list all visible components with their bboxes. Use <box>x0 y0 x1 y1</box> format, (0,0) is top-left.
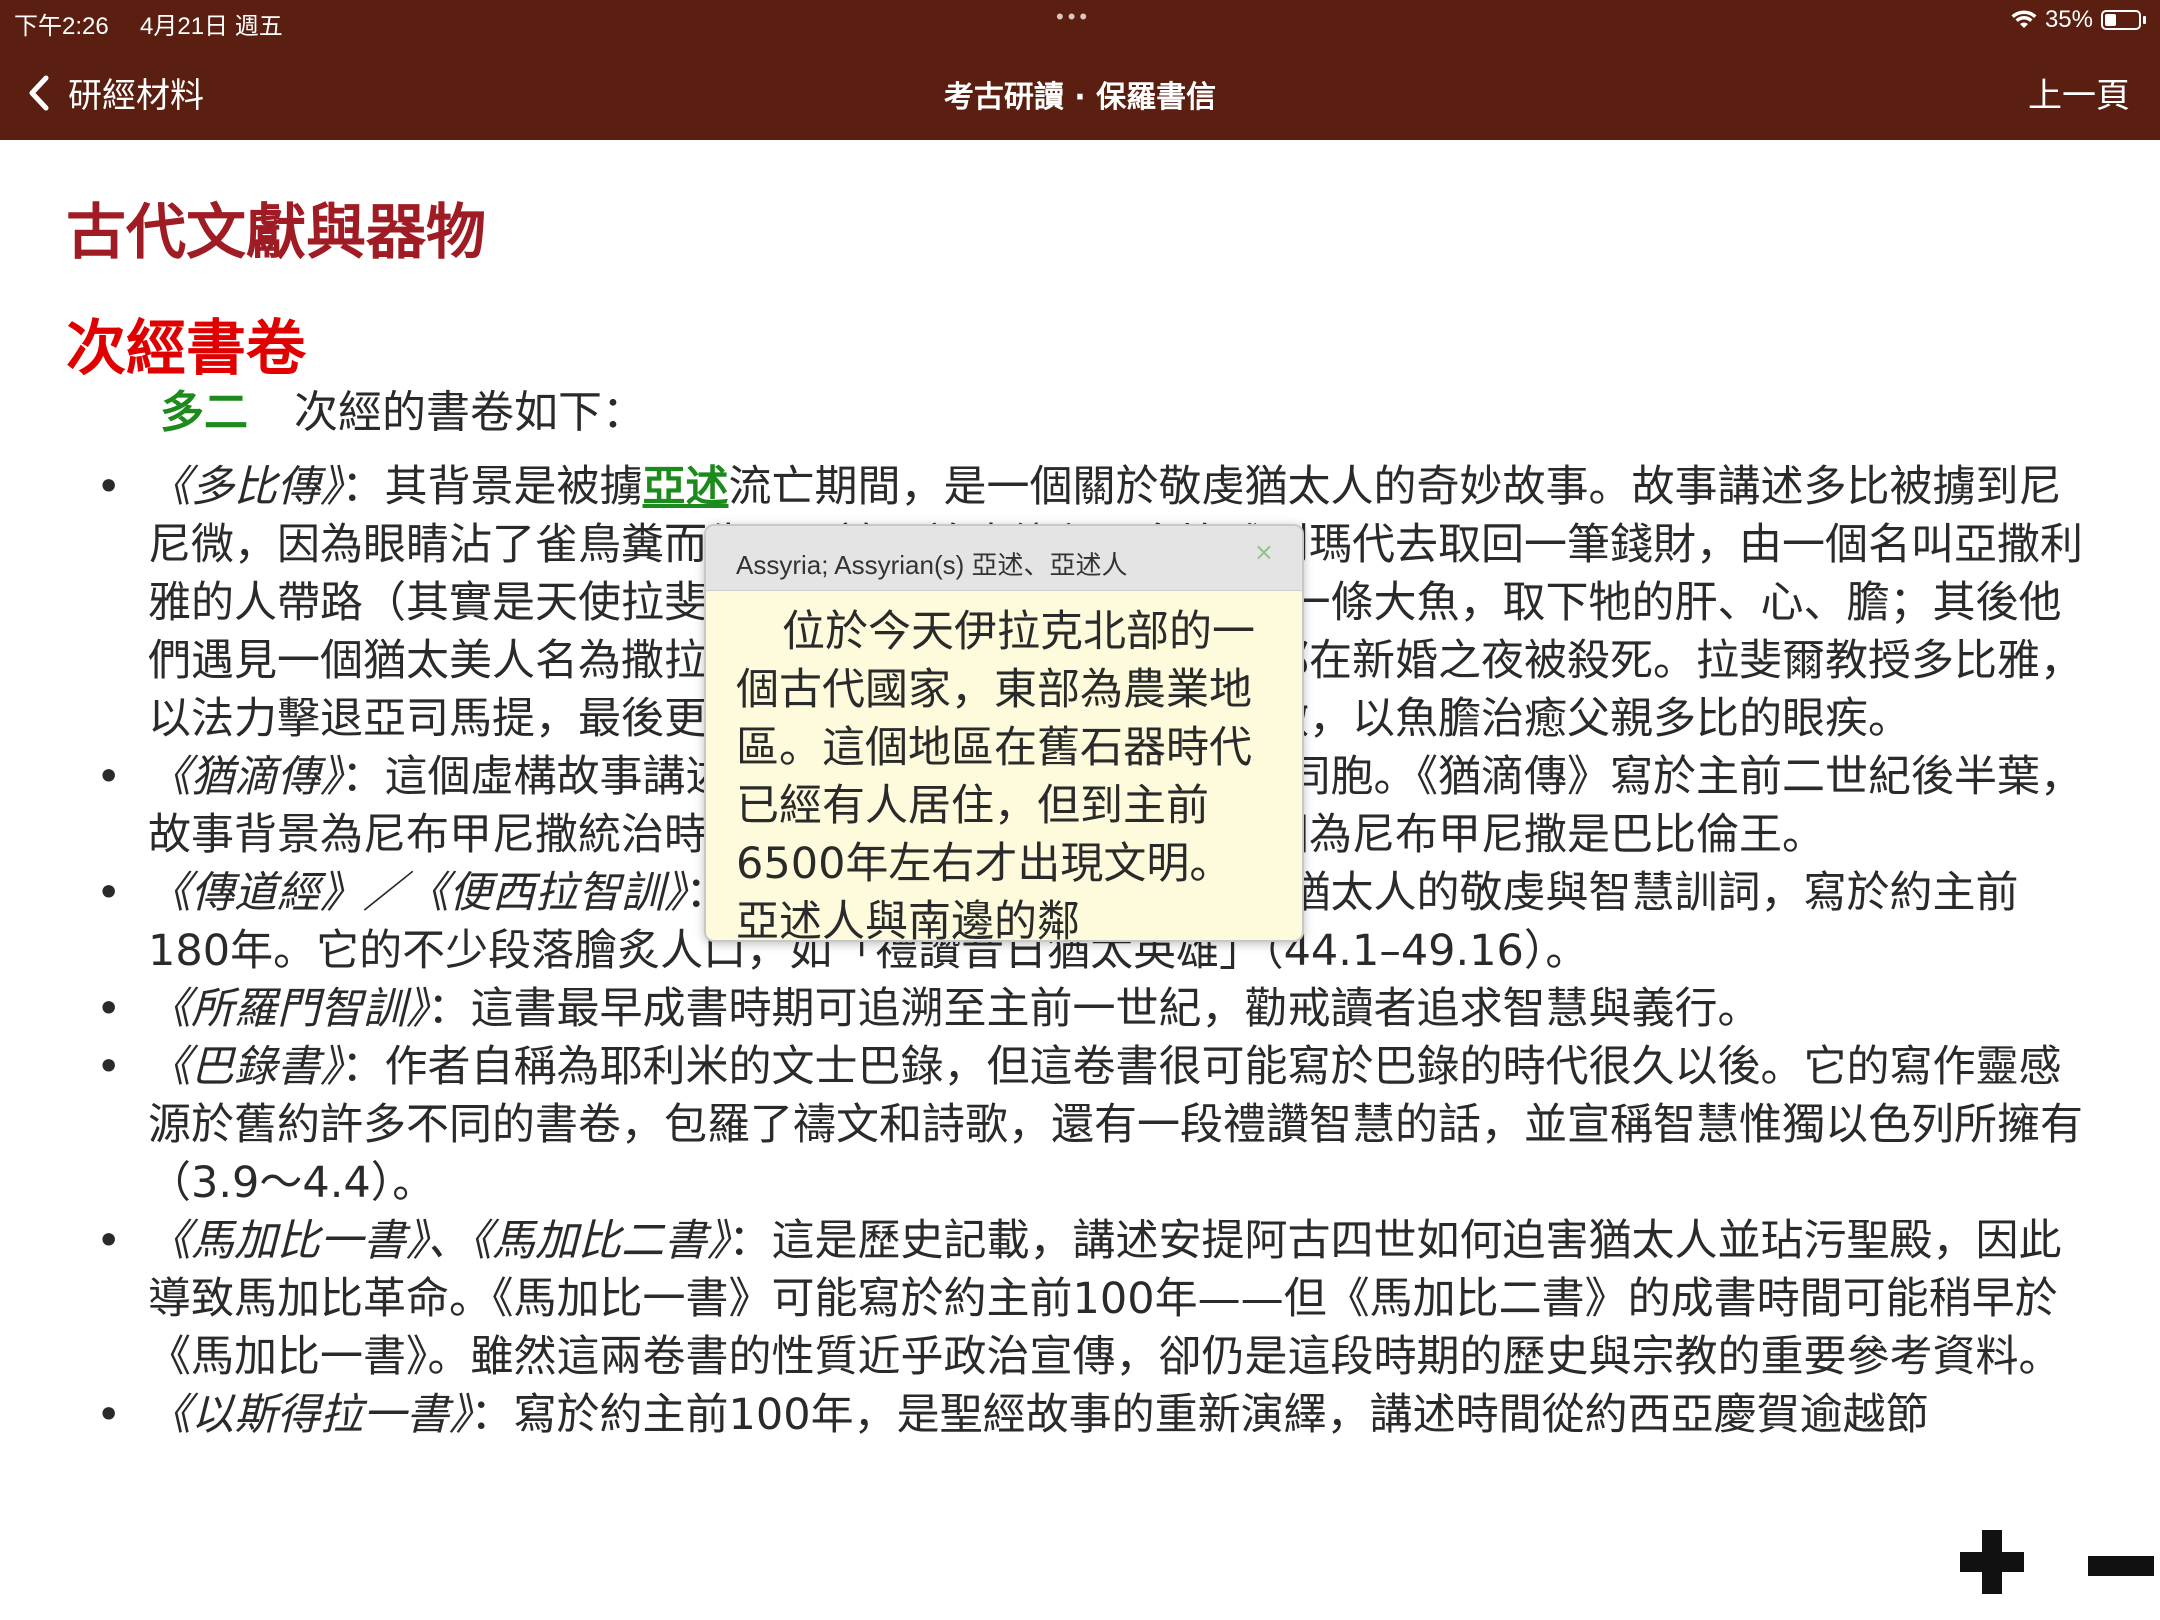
previous-page-button[interactable]: 上一頁 <box>2028 68 2130 117</box>
status-bar: 下午2:26 4月21日 週五 ••• 35% <box>0 0 2160 40</box>
glossary-popup: Assyria; Assyrian(s) 亞述、亞述人 × 位於今天伊拉克北部的… <box>704 524 1304 942</box>
item-text: ：作者自稱為耶利米的文士巴錄，但這卷書很可能寫於巴錄的時代很久以後。它的寫作靈感… <box>148 1042 2083 1208</box>
plus-icon[interactable] <box>1960 1530 2024 1594</box>
book-title: 《多比傳》 <box>148 462 342 512</box>
item-text: ：這書最早成書時期可追溯至主前一世紀，勸戒讀者追求智慧與義行。 <box>427 984 1761 1034</box>
battery-nub <box>2143 16 2146 24</box>
intro-paragraph: 多二 次經的書卷如下： <box>160 376 646 440</box>
book-title: 《所羅門智訓》 <box>148 984 428 1034</box>
book-title: 《以斯得拉一書》 <box>148 1390 471 1440</box>
wifi-icon <box>2011 10 2037 28</box>
item-text: ：寫於約主前100年，是聖經故事的重新演繹，講述時間從約西亞慶賀逾越節 <box>470 1390 1929 1440</box>
popup-title: Assyria; Assyrian(s) 亞述、亞述人 <box>736 550 1128 580</box>
book-title: 《傳道經》／《便西拉智訓》 <box>148 868 686 918</box>
status-right: 35% <box>2011 6 2146 34</box>
glossary-link-assyria[interactable]: 亞述 <box>643 462 729 512</box>
multitasking-dots-icon[interactable]: ••• <box>1056 4 1091 30</box>
popup-header: Assyria; Assyrian(s) 亞述、亞述人 × <box>706 526 1302 591</box>
list-item: 《以斯得拉一書》：寫於約主前100年，是聖經故事的重新演繹，講述時間從約西亞慶賀… <box>96 1386 2094 1444</box>
list-item: 《巴錄書》：作者自稱為耶利米的文士巴錄，但這卷書很可能寫於巴錄的時代很久以後。它… <box>96 1038 2094 1212</box>
popup-body[interactable]: 位於今天伊拉克北部的一個古代國家，東部為農業地區。這個地區在舊石器時代已經有人居… <box>706 591 1302 940</box>
scripture-reference-link[interactable]: 多二 <box>160 387 248 438</box>
book-title: 《巴錄書》 <box>148 1042 342 1092</box>
battery-icon <box>2101 10 2141 30</box>
status-time: 下午2:26 <box>14 13 109 40</box>
book-title: 《猶滴傳》 <box>148 752 342 802</box>
battery-percent: 35% <box>2044 6 2093 33</box>
status-date: 4月21日 週五 <box>140 13 283 40</box>
minus-icon[interactable] <box>2088 1556 2154 1576</box>
close-icon[interactable]: × <box>1254 538 1274 566</box>
navigation-bar: 研經材料 考古研讀 · 保羅書信 上一頁 <box>0 38 2160 140</box>
intro-text: 次經的書卷如下： <box>294 387 646 438</box>
nav-title: 考古研讀 · 保羅書信 <box>943 80 1217 115</box>
section-heading: 次經書卷 <box>66 314 306 384</box>
list-item: 《所羅門智訓》：這書最早成書時期可追溯至主前一世紀，勸戒讀者追求智慧與義行。 <box>96 980 2094 1038</box>
item-text: ：其背景是被擄 <box>341 462 643 512</box>
list-item: 《馬加比一書》、《馬加比二書》：這是歷史記載，講述安提阿古四世如何迫害猶太人並玷… <box>96 1212 2094 1386</box>
page-heading: 古代文獻與器物 <box>66 198 486 268</box>
book-title: 《馬加比一書》、《馬加比二書》 <box>148 1216 729 1266</box>
